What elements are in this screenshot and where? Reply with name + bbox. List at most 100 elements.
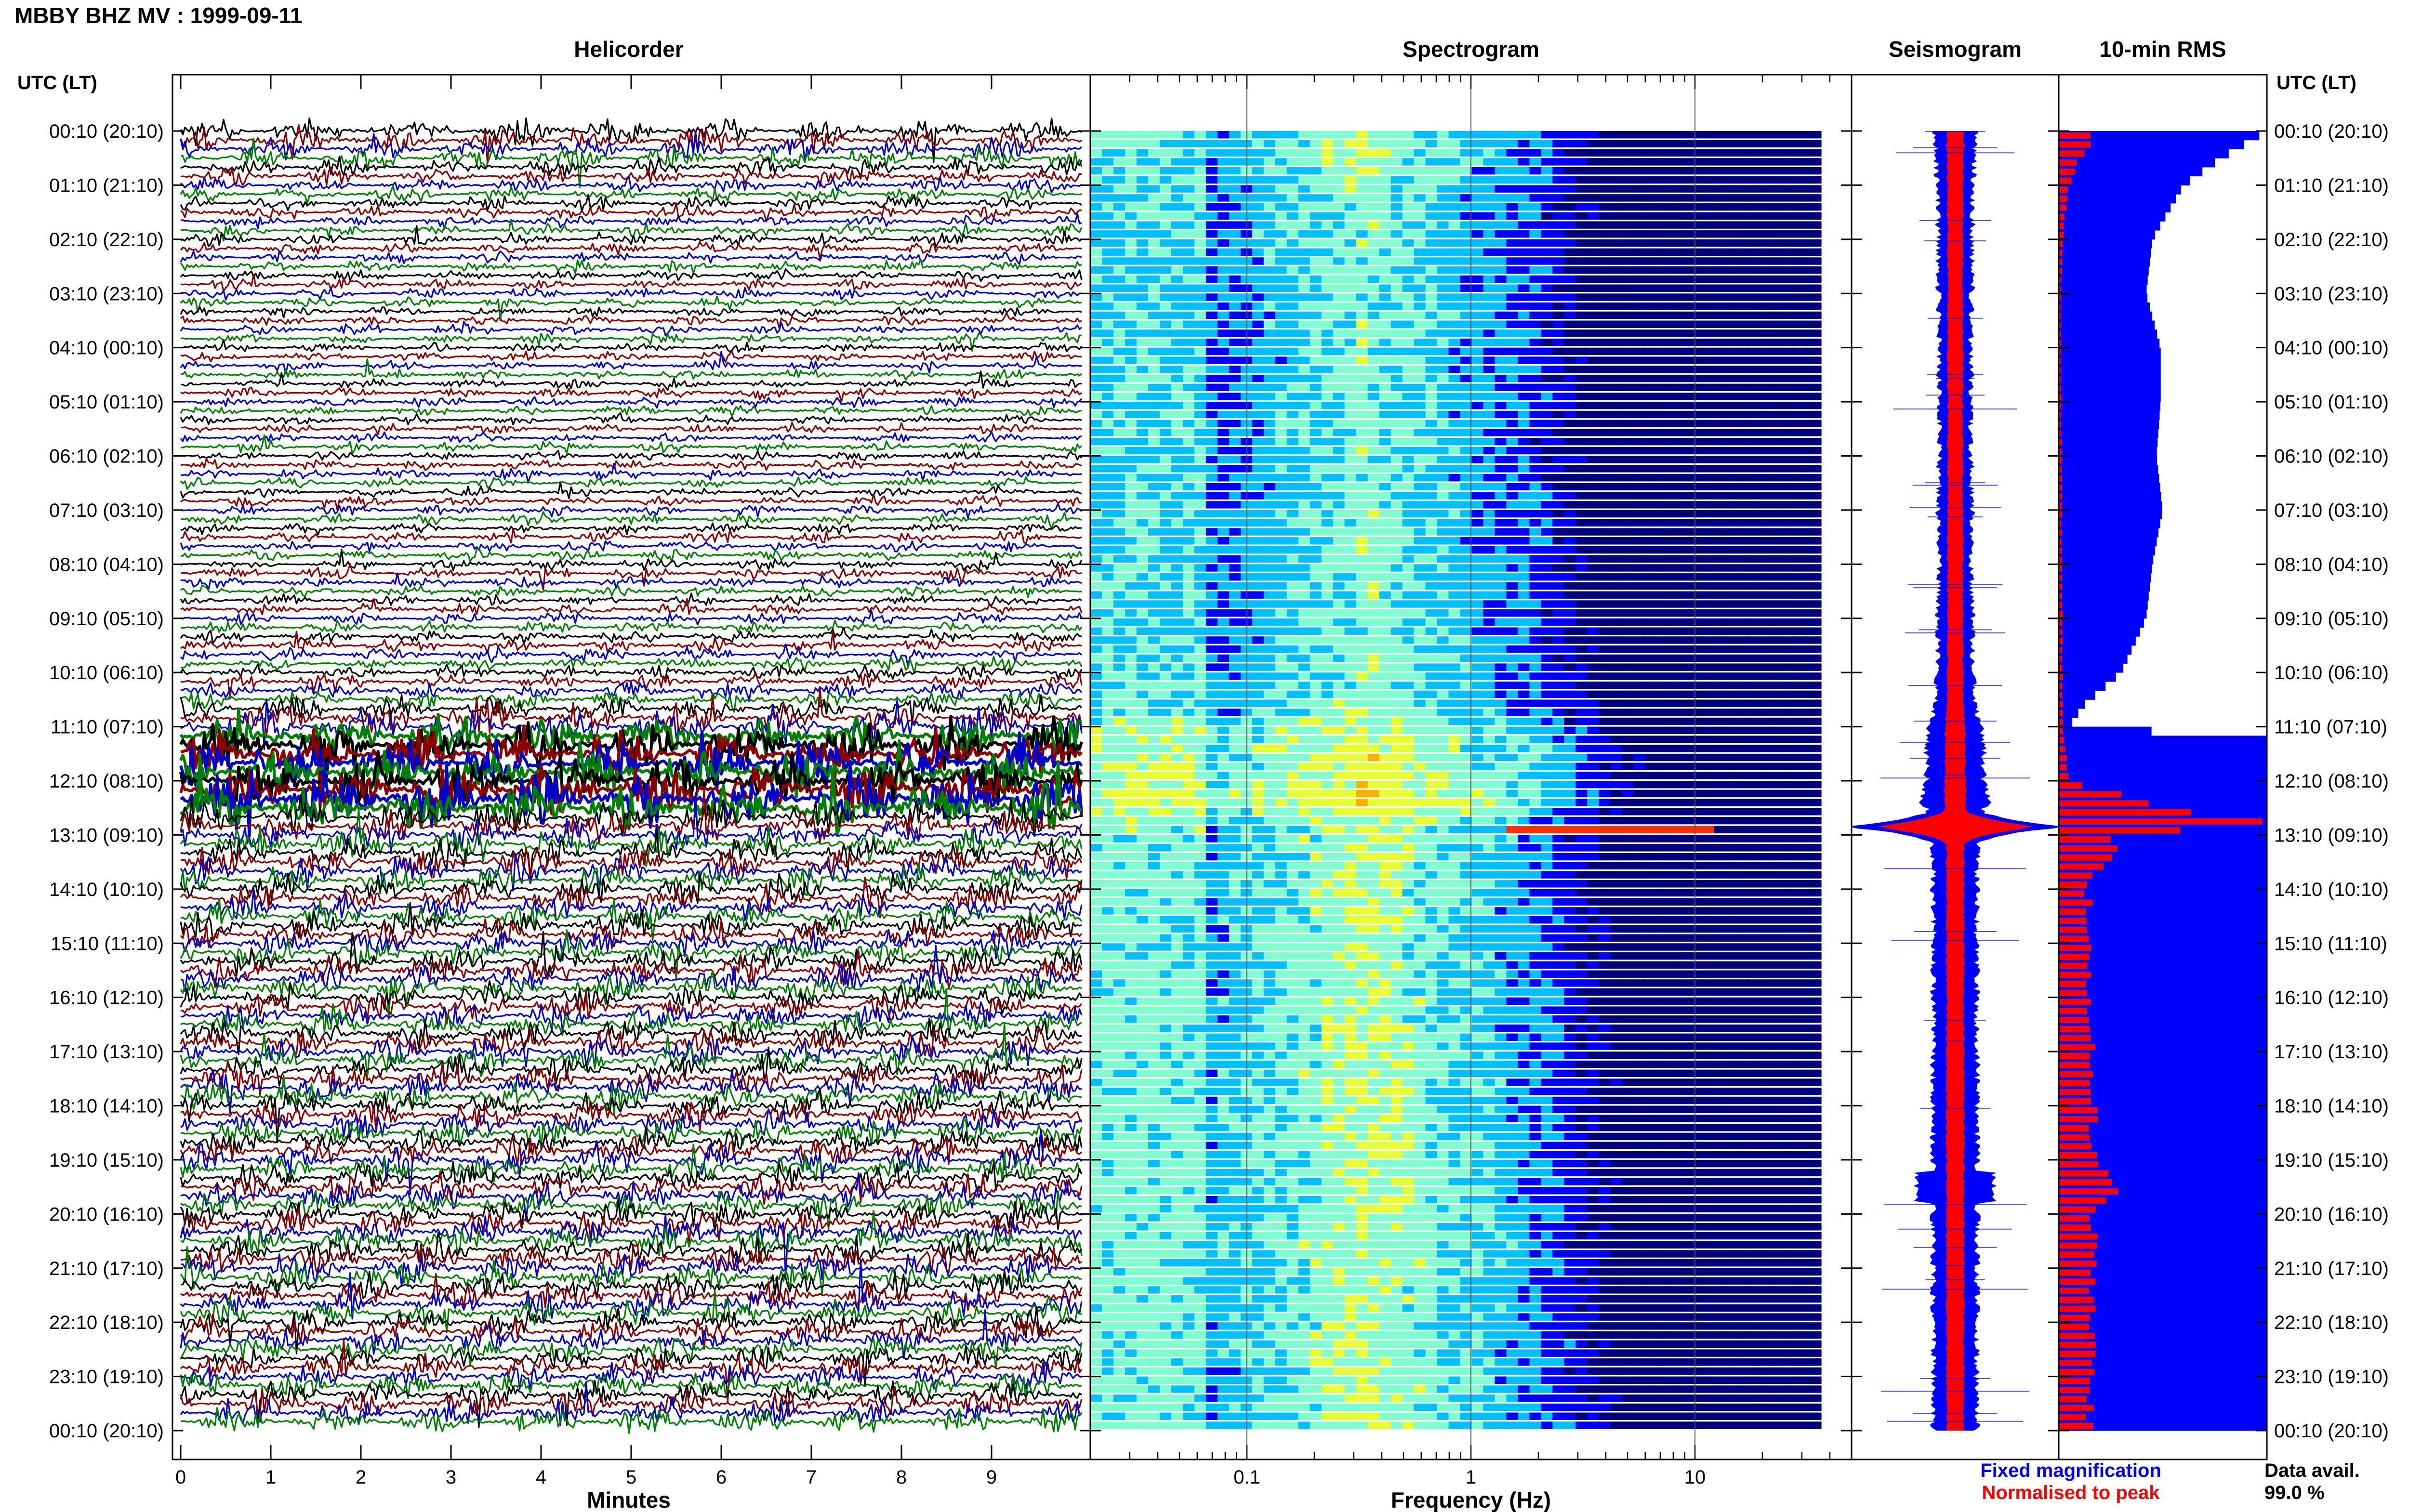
spectrogram-cell bbox=[1772, 230, 1784, 238]
spectrogram-cell bbox=[1275, 393, 1287, 400]
spectrogram-cell bbox=[1541, 374, 1553, 382]
spectrogram-cell bbox=[1726, 320, 1738, 328]
spectrogram-cell bbox=[1714, 763, 1726, 770]
spectrogram-cell bbox=[1125, 456, 1137, 463]
spectrogram-cell bbox=[1610, 438, 1622, 446]
spectrogram-cell bbox=[1668, 194, 1680, 202]
spectrogram-cell bbox=[1275, 194, 1287, 202]
spectrogram-cell bbox=[1726, 546, 1738, 554]
spectrogram-cell bbox=[1205, 789, 1218, 798]
spectrogram-cell bbox=[1495, 519, 1507, 527]
spectrogram-cell bbox=[1275, 528, 1287, 536]
spectrogram-cell bbox=[1125, 546, 1137, 554]
spectrogram-cell bbox=[1367, 167, 1380, 175]
spectrogram-cell bbox=[1460, 654, 1472, 662]
helicorder-trace-row bbox=[180, 476, 1082, 490]
spectrogram-cell bbox=[1680, 402, 1692, 409]
spectrogram-cell bbox=[1495, 546, 1507, 554]
spectrogram-cell bbox=[1587, 672, 1599, 680]
spectrogram-cell bbox=[1460, 257, 1472, 265]
spectrogram-cell bbox=[1483, 699, 1495, 707]
spectrogram-cell bbox=[1633, 239, 1645, 247]
spectrogram-cell bbox=[1760, 654, 1773, 662]
spectrogram-cell bbox=[1668, 176, 1680, 184]
spectrogram-cell bbox=[1275, 284, 1287, 292]
spectrogram-cell bbox=[1807, 447, 1819, 455]
spectrogram-cell bbox=[1448, 131, 1461, 139]
spectrogram-cell bbox=[1506, 600, 1518, 608]
spectrogram-cell bbox=[1575, 672, 1588, 680]
spectrogram-cell bbox=[1552, 772, 1564, 779]
spectrogram-cell bbox=[1205, 257, 1218, 265]
spectrogram-cell bbox=[1495, 212, 1507, 220]
spectrogram-cell bbox=[1402, 618, 1415, 626]
spectrogram-cell bbox=[1471, 736, 1484, 743]
spectrogram-cell bbox=[1506, 131, 1518, 139]
spectrogram-cell bbox=[1379, 753, 1391, 762]
spectrogram-cell bbox=[1726, 663, 1738, 671]
spectrogram-cell bbox=[1448, 501, 1461, 509]
spectrogram-cell bbox=[1818, 709, 1822, 716]
spectrogram-cell bbox=[1252, 709, 1264, 716]
helicorder-trace-row bbox=[180, 421, 1082, 435]
spectrogram-cell bbox=[1321, 149, 1334, 157]
spectrogram-cell bbox=[1460, 627, 1472, 635]
spectrogram-cell bbox=[1344, 582, 1357, 590]
spectrogram-cell bbox=[1471, 564, 1484, 572]
spectrogram-cell bbox=[1113, 221, 1125, 229]
spectrogram-cell bbox=[1252, 338, 1264, 346]
spectrogram-cell bbox=[1437, 753, 1449, 762]
spectrogram-cell bbox=[1402, 383, 1415, 391]
spectrogram-cell bbox=[1217, 501, 1230, 509]
spectrogram-cell bbox=[1113, 402, 1125, 409]
spectrogram-cell bbox=[1518, 537, 1530, 545]
spectrogram-cell bbox=[1645, 528, 1657, 536]
spectrogram-cell bbox=[1275, 717, 1287, 725]
spectrogram-cell bbox=[1275, 483, 1287, 491]
helicorder-trace-row bbox=[180, 295, 1082, 321]
spectrogram-cell bbox=[1379, 717, 1391, 725]
spectrogram-cell bbox=[1656, 410, 1668, 419]
spectrogram-cell bbox=[1703, 293, 1715, 301]
spectrogram-cell bbox=[1495, 293, 1507, 301]
spectrogram-cell bbox=[1298, 185, 1310, 193]
spectrogram-cell bbox=[1587, 492, 1599, 500]
spectrogram-cell bbox=[1807, 203, 1819, 211]
spectrogram-cell bbox=[1321, 266, 1334, 274]
spectrogram-cell bbox=[1529, 726, 1541, 734]
spectrogram-cell bbox=[1795, 772, 1807, 779]
spectrogram-cell bbox=[1737, 618, 1749, 626]
spectrogram-cell bbox=[1356, 681, 1368, 689]
helicorder-trace-row bbox=[180, 694, 1083, 725]
spectrogram-cell bbox=[1379, 582, 1391, 590]
spectrogram-cell bbox=[1182, 555, 1195, 563]
spectrogram-cell bbox=[1760, 582, 1773, 590]
spectrogram-cell bbox=[1402, 366, 1415, 373]
spectrogram-cell bbox=[1518, 402, 1530, 409]
spectrogram-cell bbox=[1159, 772, 1172, 779]
spectrogram-cell bbox=[1529, 753, 1541, 762]
spectrogram-cell bbox=[1390, 736, 1403, 743]
spectrogram-cell bbox=[1726, 456, 1738, 463]
spectrogram-cell bbox=[1125, 510, 1137, 518]
spectrogram-cell bbox=[1148, 709, 1160, 716]
spectrogram-cell bbox=[1344, 356, 1357, 364]
spectrogram-cell bbox=[1136, 366, 1149, 373]
spectrogram-cell bbox=[1182, 645, 1195, 653]
spectrogram-cell bbox=[1090, 591, 1102, 599]
spectrogram-cell bbox=[1148, 374, 1160, 382]
spectrogram-cell bbox=[1205, 329, 1218, 337]
spectrogram-cell bbox=[1356, 763, 1368, 770]
spectrogram-cell bbox=[1402, 438, 1415, 446]
spectrogram-cell bbox=[1090, 717, 1102, 725]
spectrogram-cell bbox=[1645, 772, 1657, 779]
spectrogram-cell bbox=[1772, 636, 1784, 644]
spectrogram-cell bbox=[1402, 167, 1415, 175]
spectrogram-cell bbox=[1680, 266, 1692, 274]
spectrogram-cell bbox=[1367, 410, 1380, 419]
spectrogram-cell bbox=[1495, 302, 1507, 310]
spectrogram-cell bbox=[1310, 699, 1322, 707]
helicorder-trace-row bbox=[180, 287, 1082, 301]
spectrogram-cell bbox=[1448, 763, 1461, 770]
spectrogram-cell bbox=[1460, 519, 1472, 527]
